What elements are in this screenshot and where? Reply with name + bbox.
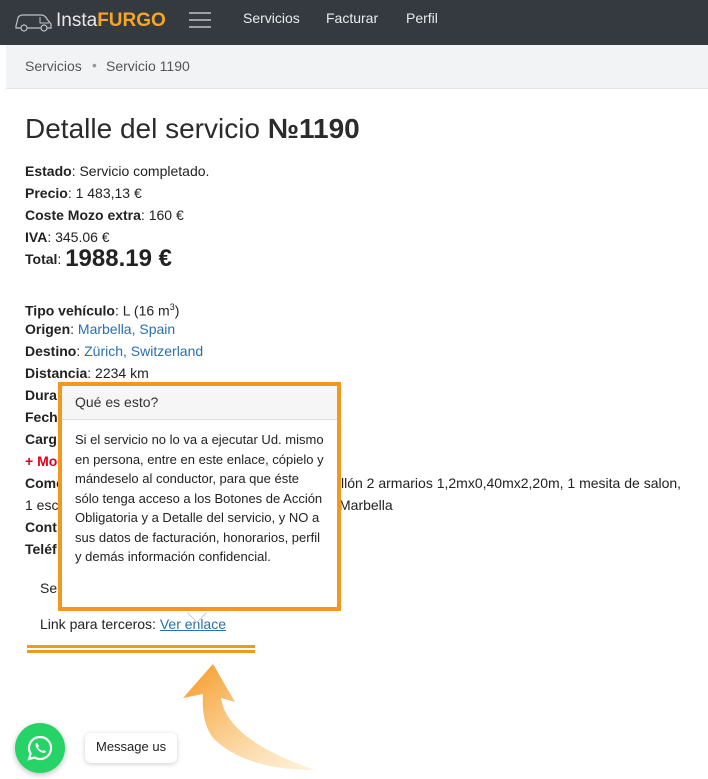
third-party-row: Link para terceros: Ver enlace [25,613,705,635]
van-logo-icon [15,14,52,32]
brand-prefix: Insta [56,10,98,31]
nav-facturar[interactable]: Facturar [326,10,378,26]
whatsapp-message-label[interactable]: Message us [85,733,178,763]
vehiculo-close: ) [174,302,180,319]
coste-row: Coste Mozo extra: 160 € [25,204,705,226]
breadcrumb: Servicios • Servicio 1190 [6,45,708,89]
mozo-label: + Mo [25,453,58,469]
brand-logo[interactable]: Insta FURGO [14,7,166,35]
coste-value: : 160 € [140,207,184,223]
popover-body: Si el servicio no lo va a ejecutar Ud. m… [75,432,324,564]
vehiculo-row: Tipo vehículo: L (16 m3) [25,296,705,319]
highlight-underline-2 [27,650,255,653]
comentarios-line2-end: Marbella [339,497,393,513]
contacto-label: Cont [25,519,57,535]
estado-label: Estado [25,163,72,179]
precio-value: : 1 483,13 € [67,185,142,201]
origen-link[interactable]: Marbella, Spain [78,321,175,337]
annotation-arrow-icon [183,664,315,770]
duracion-label: Dura [25,387,57,403]
title-prefix: Detalle del servicio [25,113,268,144]
precio-row: Precio: 1 483,13 € [25,182,705,204]
breadcrumb-current: Servicio 1190 [106,58,190,74]
destino-label: Destino [25,343,77,359]
destino-link[interactable]: Zürich, Switzerland [84,343,203,359]
carga-label: Carg [25,431,57,447]
help-popover: Qué es esto? Si el servicio no lo va a e… [58,382,341,611]
total-label: Total [25,251,58,267]
vehiculo-value: : L (16 m [114,302,170,319]
precio-label: Precio [25,185,68,201]
menu-toggle-icon[interactable] [189,12,211,30]
estado-row: Estado: Servicio completado. [25,160,705,182]
distancia-label: Distancia [25,365,88,381]
nav-perfil[interactable]: Perfil [406,10,438,26]
destino-row: Destino: Zürich, Switzerland [25,343,204,359]
comentarios-value: llón 2 armarios 1,2mx0,40mx2,20m, 1 mesi… [341,475,682,491]
iva-label: IVA [25,229,48,245]
top-navbar: Insta FURGO Servicios Facturar Perfil [0,0,708,45]
page-title: Detalle del servicio №1190 [25,112,705,146]
whatsapp-icon [27,735,53,761]
total-row: Total: 1988.19 € [25,245,705,278]
distancia-value: : 2234 km [87,365,149,381]
vehiculo-label: Tipo vehículo [25,302,115,319]
breadcrumb-separator: • [92,57,97,73]
nav-servicios[interactable]: Servicios [243,10,300,26]
total-value: 1988.19 € [65,245,172,272]
popover-title: Qué es esto? [62,386,337,420]
breadcrumb-servicios[interactable]: Servicios [25,58,82,74]
highlight-underline [27,645,255,648]
whatsapp-button[interactable] [15,723,65,773]
origen-label: Origen [25,321,71,337]
distancia-row: Distancia: 2234 km [25,362,705,384]
brand-suffix: FURGO [97,10,166,31]
origen-row: Origen: Marbella, Spain [25,321,176,337]
third-party-label: Link para terceros: [40,616,160,632]
title-number: №1190 [267,113,360,144]
comentarios-line2-start: 1 esc [25,497,59,513]
fecha-label: Fech [25,409,58,425]
iva-value: : 345.06 € [47,229,110,245]
coste-label: Coste Mozo extra [25,207,141,223]
telefono-label: Teléf [25,541,57,557]
estado-value: : Servicio completado. [71,163,210,179]
